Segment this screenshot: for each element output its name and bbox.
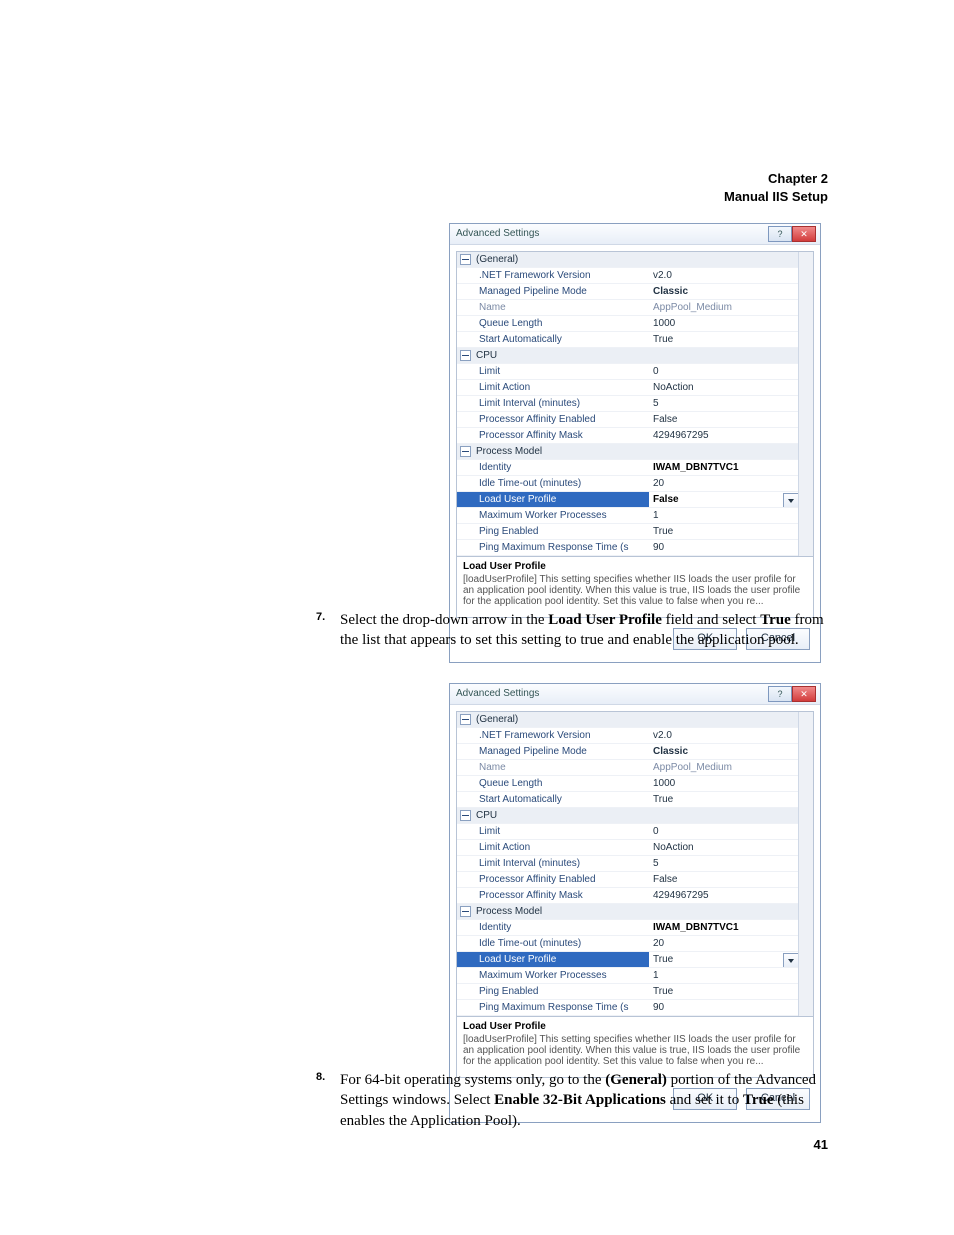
chapter-title: Manual IIS Setup <box>724 188 828 206</box>
prop-start-auto[interactable]: Start AutomaticallyTrue <box>457 332 813 348</box>
collapse-icon[interactable] <box>460 714 471 725</box>
dialog-title: Advanced Settings <box>456 228 539 239</box>
close-button[interactable]: ✕ <box>792 686 816 702</box>
prop-pipeline-mode[interactable]: Managed Pipeline ModeClassic <box>457 744 813 760</box>
category-process-model[interactable]: Process Model <box>457 444 813 460</box>
scrollbar[interactable] <box>798 252 813 556</box>
prop-idle-timeout[interactable]: Idle Time-out (minutes)20 <box>457 476 813 492</box>
page-number: 41 <box>814 1137 828 1152</box>
prop-max-worker-processes[interactable]: Maximum Worker Processes1 <box>457 968 813 984</box>
prop-max-worker-processes[interactable]: Maximum Worker Processes1 <box>457 508 813 524</box>
prop-load-user-profile[interactable]: Load User ProfileTrue <box>457 952 813 968</box>
chapter-label: Chapter 2 <box>724 170 828 188</box>
prop-affinity-mask[interactable]: Processor Affinity Mask4294967295 <box>457 888 813 904</box>
prop-ping-max-response[interactable]: Ping Maximum Response Time (s90 <box>457 1000 813 1016</box>
step-number: 8. <box>316 1070 325 1085</box>
prop-ping-enabled[interactable]: Ping EnabledTrue <box>457 524 813 540</box>
prop-net-framework[interactable]: .NET Framework Versionv2.0 <box>457 728 813 744</box>
advanced-settings-dialog-1: Advanced Settings ? ✕ (General) .NET Fra… <box>449 223 821 663</box>
prop-load-user-profile[interactable]: Load User ProfileFalse <box>457 492 813 508</box>
prop-name: NameAppPool_Medium <box>457 760 813 776</box>
category-process-model[interactable]: Process Model <box>457 904 813 920</box>
prop-queue-length[interactable]: Queue Length1000 <box>457 316 813 332</box>
category-cpu[interactable]: CPU <box>457 348 813 364</box>
prop-affinity-enabled[interactable]: Processor Affinity EnabledFalse <box>457 872 813 888</box>
step-7: 7. Select the drop-down arrow in the Loa… <box>340 610 828 651</box>
property-description: Load User Profile [loadUserProfile] This… <box>456 1017 814 1078</box>
prop-affinity-enabled[interactable]: Processor Affinity EnabledFalse <box>457 412 813 428</box>
dialog-titlebar: Advanced Settings ? ✕ <box>450 684 820 705</box>
prop-queue-length[interactable]: Queue Length1000 <box>457 776 813 792</box>
prop-limit-action[interactable]: Limit ActionNoAction <box>457 840 813 856</box>
dropdown-button[interactable] <box>783 953 799 967</box>
prop-identity[interactable]: IdentityIWAM_DBN7TVC1 <box>457 920 813 936</box>
category-general[interactable]: (General) <box>457 712 813 728</box>
collapse-icon[interactable] <box>460 254 471 265</box>
prop-idle-timeout[interactable]: Idle Time-out (minutes)20 <box>457 936 813 952</box>
help-button[interactable]: ? <box>768 226 792 242</box>
help-button[interactable]: ? <box>768 686 792 702</box>
scrollbar[interactable] <box>798 712 813 1016</box>
prop-identity[interactable]: IdentityIWAM_DBN7TVC1 <box>457 460 813 476</box>
step-8: 8. For 64-bit operating systems only, go… <box>340 1070 828 1131</box>
collapse-icon[interactable] <box>460 810 471 821</box>
prop-limit-action[interactable]: Limit ActionNoAction <box>457 380 813 396</box>
prop-limit[interactable]: Limit0 <box>457 364 813 380</box>
prop-pipeline-mode[interactable]: Managed Pipeline ModeClassic <box>457 284 813 300</box>
dialog-title: Advanced Settings <box>456 688 539 699</box>
dropdown-button[interactable] <box>783 493 799 507</box>
prop-net-framework[interactable]: .NET Framework Versionv2.0 <box>457 268 813 284</box>
collapse-icon[interactable] <box>460 350 471 361</box>
collapse-icon[interactable] <box>460 906 471 917</box>
prop-ping-max-response[interactable]: Ping Maximum Response Time (s90 <box>457 540 813 556</box>
category-general[interactable]: (General) <box>457 252 813 268</box>
advanced-settings-dialog-2: Advanced Settings ? ✕ (General) .NET Fra… <box>449 683 821 1123</box>
prop-limit-interval[interactable]: Limit Interval (minutes)5 <box>457 396 813 412</box>
prop-affinity-mask[interactable]: Processor Affinity Mask4294967295 <box>457 428 813 444</box>
property-description: Load User Profile [loadUserProfile] This… <box>456 557 814 618</box>
step-number: 7. <box>316 610 325 625</box>
prop-limit-interval[interactable]: Limit Interval (minutes)5 <box>457 856 813 872</box>
close-button[interactable]: ✕ <box>792 226 816 242</box>
collapse-icon[interactable] <box>460 446 471 457</box>
category-cpu[interactable]: CPU <box>457 808 813 824</box>
prop-ping-enabled[interactable]: Ping EnabledTrue <box>457 984 813 1000</box>
prop-limit[interactable]: Limit0 <box>457 824 813 840</box>
prop-name: NameAppPool_Medium <box>457 300 813 316</box>
dialog-titlebar: Advanced Settings ? ✕ <box>450 224 820 245</box>
prop-start-auto[interactable]: Start AutomaticallyTrue <box>457 792 813 808</box>
